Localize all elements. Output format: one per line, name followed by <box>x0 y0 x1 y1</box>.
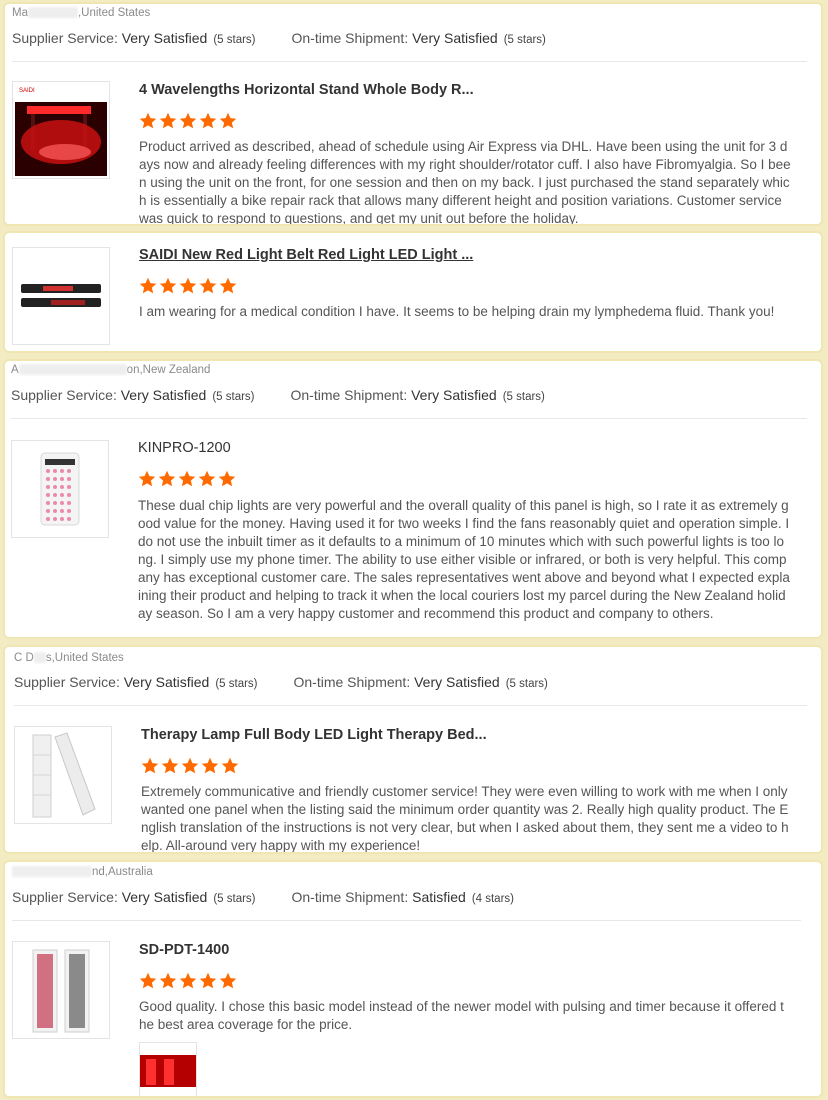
buyer-info: C Ds,United States <box>14 652 124 664</box>
star-icon <box>201 757 219 774</box>
star-icon <box>139 972 157 989</box>
product-thumbnail[interactable] <box>12 247 110 345</box>
star-icon <box>178 470 196 487</box>
seller-ratings: Supplier Service: Very Satisfied (5 stars… <box>12 30 546 46</box>
star-icon <box>139 277 157 294</box>
star-icon <box>219 972 237 989</box>
buyer-info: nd,Australia <box>12 866 153 878</box>
review-photo[interactable] <box>139 1042 197 1096</box>
star-icon <box>159 277 177 294</box>
buyer-info: Aon,New Zealand <box>11 364 211 376</box>
star-icon <box>139 112 157 129</box>
star-icon <box>158 470 176 487</box>
divider <box>14 705 807 706</box>
divider <box>12 61 807 62</box>
star-icon <box>198 470 216 487</box>
review-card: nd,Australia Supplier Service: Very Sati… <box>3 860 823 1098</box>
star-icon <box>219 112 237 129</box>
review-card: SAIDI New Red Light Belt Red Light LED L… <box>3 231 823 353</box>
product-thumbnail[interactable]: SAIDI <box>12 81 110 179</box>
product-title[interactable]: Therapy Lamp Full Body LED Light Therapy… <box>141 727 487 743</box>
rating-stars <box>139 112 237 130</box>
star-icon <box>161 757 179 774</box>
star-icon <box>179 277 197 294</box>
review-text: I am wearing for a medical condition I h… <box>139 304 775 319</box>
seller-ratings: Supplier Service: Very Satisfied (5 stars… <box>14 674 548 690</box>
product-title[interactable]: KINPRO-1200 <box>138 440 231 456</box>
rating-stars <box>138 470 236 488</box>
review-text: Product arrived as described, ahead of s… <box>139 139 791 226</box>
star-icon <box>221 757 239 774</box>
rating-stars <box>141 757 239 775</box>
product-title[interactable]: SAIDI New Red Light Belt Red Light LED L… <box>139 247 473 263</box>
review-text: These dual chip lights are very powerful… <box>138 498 790 621</box>
star-icon <box>199 112 217 129</box>
star-icon <box>179 972 197 989</box>
svg-text:SAIDI: SAIDI <box>19 88 35 94</box>
rating-stars <box>139 277 237 295</box>
star-icon <box>159 972 177 989</box>
review-card: C Ds,United States Supplier Service: Ver… <box>3 645 823 854</box>
buyer-info: Ma ,United States <box>12 7 151 19</box>
review-text: Extremely communicative and friendly cus… <box>141 784 789 853</box>
review-text: Good quality. I chose this basic model i… <box>139 999 784 1032</box>
rating-stars <box>139 972 237 990</box>
product-thumbnail[interactable] <box>12 941 110 1039</box>
product-thumbnail[interactable] <box>11 440 109 538</box>
star-icon <box>141 757 159 774</box>
review-card: Ma ,United States Supplier Service: Very … <box>3 2 823 226</box>
seller-ratings: Supplier Service: Very Satisfied (5 stars… <box>12 889 514 905</box>
star-icon <box>199 972 217 989</box>
seller-ratings: Supplier Service: Very Satisfied (5 stars… <box>11 387 545 403</box>
star-icon <box>179 112 197 129</box>
product-thumbnail[interactable] <box>14 726 112 824</box>
star-icon <box>199 277 217 294</box>
star-icon <box>218 470 236 487</box>
star-icon <box>219 277 237 294</box>
product-title[interactable]: SD-PDT-1400 <box>139 942 229 958</box>
divider <box>12 920 801 921</box>
star-icon <box>159 112 177 129</box>
divider <box>11 418 807 419</box>
review-card: Aon,New Zealand Supplier Service: Very S… <box>3 359 823 639</box>
star-icon <box>138 470 156 487</box>
star-icon <box>181 757 199 774</box>
product-title[interactable]: 4 Wavelengths Horizontal Stand Whole Bod… <box>139 82 474 98</box>
